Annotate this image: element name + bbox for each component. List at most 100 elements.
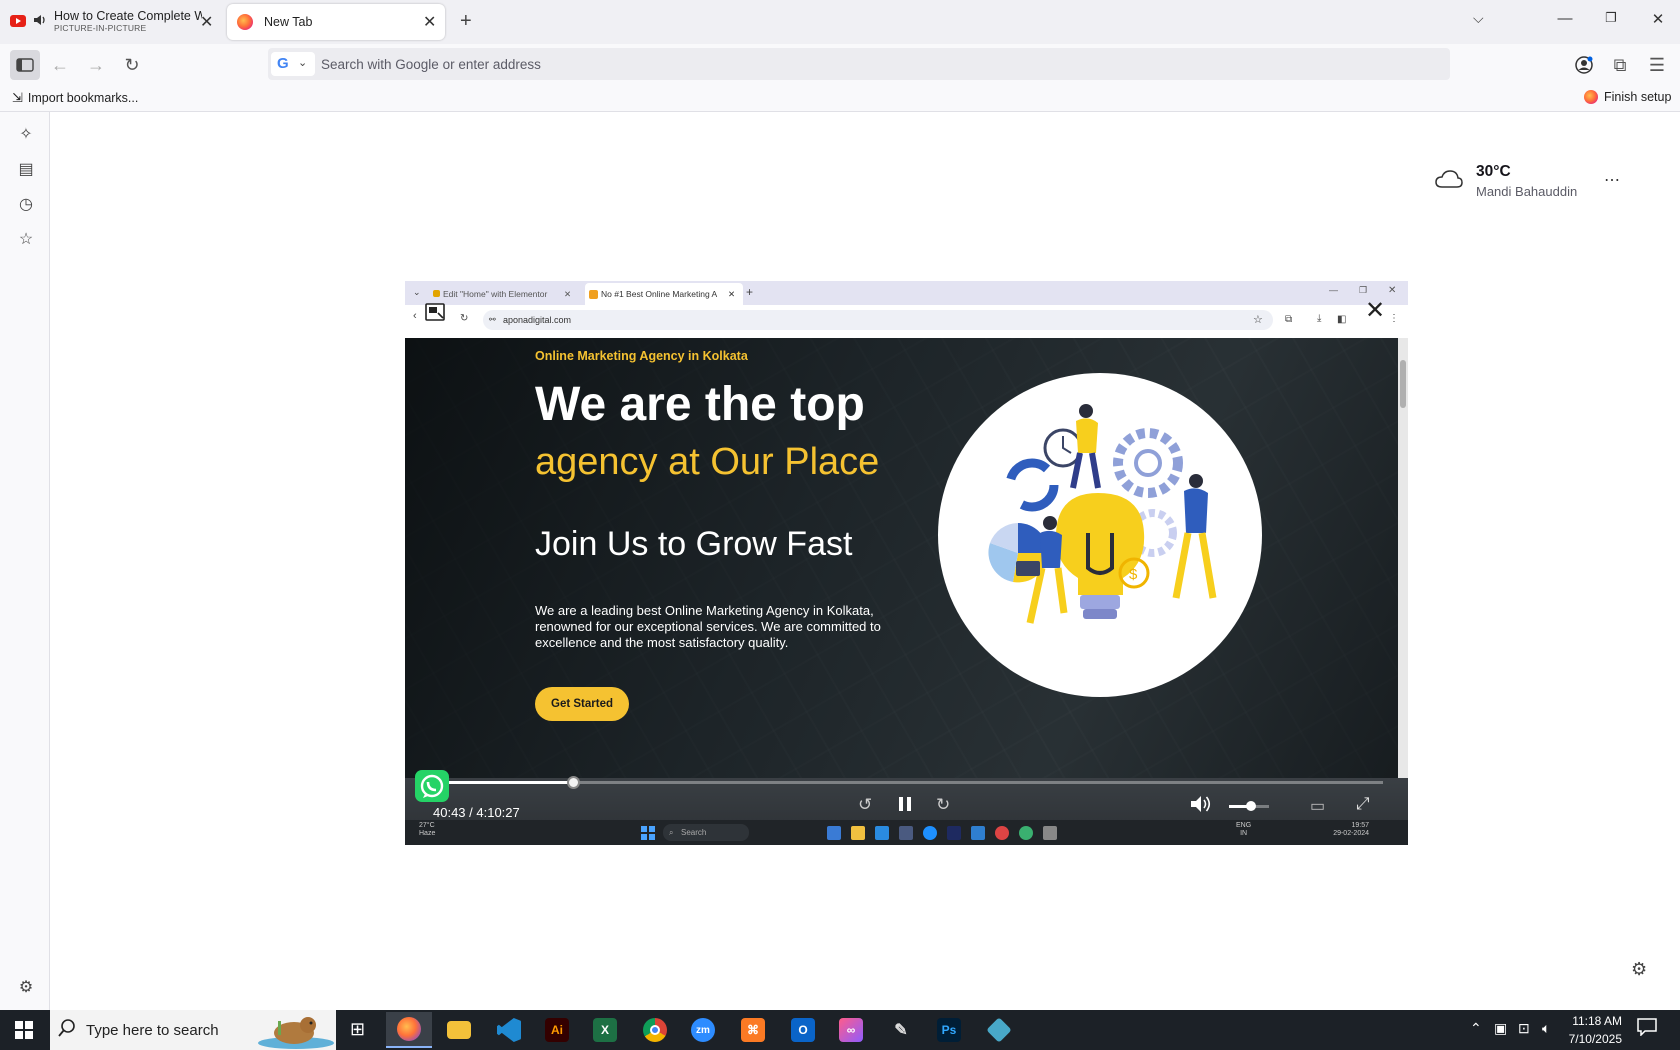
search-engine-button[interactable]: G ⌄ xyxy=(271,52,315,76)
video-close-icon: ✕ xyxy=(1388,285,1397,296)
video-scrollbar-thumb xyxy=(1400,360,1406,408)
hero-eyebrow: Online Marketing Agency in Kolkata xyxy=(535,349,748,363)
synced-tabs-icon[interactable]: ▤ xyxy=(14,158,38,182)
video-menu-icon: ⋮ xyxy=(1389,313,1399,324)
tab-youtube-pip[interactable]: How to Create Complete W PICTURE-IN-PICT… xyxy=(6,4,220,40)
firefox-icon xyxy=(1584,90,1598,104)
taskbar-app-diamond[interactable] xyxy=(976,1012,1022,1048)
list-all-tabs-chevron-icon[interactable]: ⌵ xyxy=(1473,10,1484,27)
back-icon[interactable]: ← xyxy=(47,52,73,78)
video-extensions-icon: ⧉ xyxy=(1285,314,1293,325)
video-tab-aponadigital: No #1 Best Online Marketing A ✕ xyxy=(585,283,743,305)
taskbar-app-file-explorer[interactable] xyxy=(436,1012,482,1048)
network-icon[interactable]: ⊡ xyxy=(1518,1020,1530,1037)
taskbar-app-creative-cloud[interactable]: ∞ xyxy=(828,1012,874,1048)
tab-title: New Tab xyxy=(264,15,313,29)
speaker-icon[interactable] xyxy=(33,13,47,30)
creative-cloud-icon: ∞ xyxy=(839,1018,863,1042)
video-taskbar-search: ⌕ Search xyxy=(663,824,749,841)
finish-setup-label: Finish setup xyxy=(1604,90,1672,104)
weather-temperature: 30°C xyxy=(1476,163,1511,180)
chevron-down-icon: ⌄ xyxy=(298,57,308,69)
volume-icon[interactable] xyxy=(1190,795,1212,818)
seek-handle[interactable] xyxy=(566,776,580,789)
captions-icon[interactable]: ▭ xyxy=(1310,796,1325,816)
video-scrollbar xyxy=(1398,338,1408,778)
folder-icon xyxy=(447,1021,471,1039)
taskbar-app-chrome[interactable] xyxy=(632,1012,678,1048)
hero-description: We are a leading best Online Marketing A… xyxy=(535,603,881,650)
notifications-icon[interactable] xyxy=(1637,1018,1657,1041)
menu-hamburger-icon[interactable]: ☰ xyxy=(1644,52,1670,78)
windows-start-icon[interactable] xyxy=(15,1021,33,1044)
tab-new-tab[interactable]: New Tab ✕ xyxy=(227,4,445,40)
finish-setup-button[interactable]: Finish setup xyxy=(1584,90,1671,104)
fullscreen-icon[interactable]: ⤢ xyxy=(1356,794,1370,814)
taskbar-app-excel[interactable]: X xyxy=(582,1012,628,1048)
video-hero-section: Online Marketing Agency in Kolkata We ar… xyxy=(405,338,1398,778)
volume-handle[interactable] xyxy=(1246,801,1256,811)
video-taskbar-clock: 19:57 29-02-2024 xyxy=(1333,822,1369,837)
task-view-icon[interactable]: ⊞ xyxy=(350,1019,365,1040)
get-started-button: Get Started xyxy=(535,687,629,721)
new-tab-plus-icon[interactable]: + xyxy=(460,10,472,33)
cloud-icon xyxy=(1434,168,1464,195)
video-download-icon: ⤓ xyxy=(1317,313,1322,324)
taskbar-clock-time[interactable]: 11:18 AM xyxy=(1560,1014,1622,1028)
video-tab-strip: ⌄ Edit "Home" with Elementor ✕ No #1 Bes… xyxy=(405,281,1408,305)
taskbar-clock-date[interactable]: 7/10/2025 xyxy=(1560,1032,1622,1046)
meet-now-icon[interactable]: ▣ xyxy=(1494,1020,1507,1037)
reload-icon[interactable]: ↻ xyxy=(119,52,145,78)
firefox-icon xyxy=(237,14,253,30)
video-tab-title: No #1 Best Online Marketing A xyxy=(601,289,718,299)
forward-icon[interactable]: → xyxy=(83,52,109,78)
account-icon[interactable] xyxy=(1571,52,1597,78)
personalize-gear-icon[interactable]: ⚙ xyxy=(1631,959,1647,980)
firefox-icon xyxy=(397,1017,421,1041)
video-tab-title: Edit "Home" with Elementor xyxy=(443,289,548,299)
video-new-tab-icon: + xyxy=(746,285,754,299)
taskbar-app-firefox[interactable] xyxy=(386,1012,432,1048)
weather-more-options-icon[interactable]: ⋯ xyxy=(1604,170,1621,190)
svg-text:$: $ xyxy=(1129,566,1138,583)
customize-sidebar-gear-icon[interactable]: ⚙ xyxy=(14,976,38,1000)
video-back-icon: ‹ xyxy=(413,310,417,322)
import-bookmarks-button[interactable]: ⇲ Import bookmarks... xyxy=(12,90,138,106)
close-tab-icon[interactable]: ✕ xyxy=(200,12,213,32)
taskbar-app-xampp[interactable]: ⌘ xyxy=(730,1012,776,1048)
pip-close-icon[interactable]: ✕ xyxy=(1365,299,1385,323)
volume-slider[interactable] xyxy=(1229,801,1269,811)
video-tab-list-chevron-icon: ⌄ xyxy=(413,287,421,297)
pause-icon[interactable] xyxy=(898,796,912,817)
weather-location: Mandi Bahauddin xyxy=(1476,184,1578,199)
back-to-tab-icon[interactable] xyxy=(425,303,445,321)
taskbar-app-vscode[interactable] xyxy=(486,1012,532,1048)
close-tab-icon[interactable]: ✕ xyxy=(423,12,436,32)
tab-strip: How to Create Complete W PICTURE-IN-PICT… xyxy=(0,0,1680,44)
speaker-icon[interactable]: 🔈︎ xyxy=(1542,1020,1550,1037)
taskbar-app-illustrator[interactable]: Ai xyxy=(534,1012,580,1048)
xampp-icon: ⌘ xyxy=(741,1018,765,1042)
video-taskbar-language: ENG IN xyxy=(1236,822,1252,837)
sidebar-toggle-button[interactable] xyxy=(10,50,40,80)
seek-forward-icon[interactable]: ↻ xyxy=(936,795,950,815)
taskbar-app-zoom[interactable]: zm xyxy=(680,1012,726,1048)
url-input[interactable] xyxy=(316,50,1416,78)
extensions-icon[interactable]: ⧉ xyxy=(1607,52,1633,78)
ai-chatbot-sparkle-icon[interactable]: ✧ xyxy=(14,123,38,147)
taskbar-app-pen-tool[interactable]: ✎ xyxy=(878,1012,924,1048)
picture-in-picture-window[interactable]: ⌄ Edit "Home" with Elementor ✕ No #1 Bes… xyxy=(405,281,1408,845)
pen-tool-icon: ✎ xyxy=(894,1022,908,1039)
restore-icon[interactable]: ❐ xyxy=(1601,10,1621,26)
show-hidden-icons-chevron-icon[interactable]: ⌃ xyxy=(1470,1020,1482,1037)
taskbar-app-photoshop[interactable]: Ps xyxy=(926,1012,972,1048)
bookmarks-star-icon[interactable]: ☆ xyxy=(14,228,38,252)
taskbar-search-input[interactable] xyxy=(86,1013,246,1047)
seek-back-icon[interactable]: ↺ xyxy=(858,795,872,815)
history-clock-icon[interactable]: ◷ xyxy=(14,193,38,217)
seek-bar[interactable] xyxy=(415,776,1383,789)
taskbar-app-outlook[interactable]: O xyxy=(780,1012,826,1048)
minimize-icon[interactable]: — xyxy=(1555,10,1575,27)
hero-title-line1: We are the top xyxy=(535,378,865,431)
window-close-icon[interactable]: ✕ xyxy=(1648,10,1668,28)
